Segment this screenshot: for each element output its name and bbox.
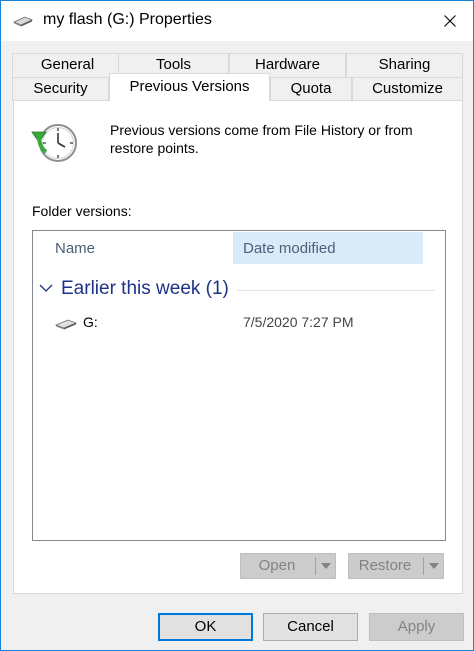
restore-button[interactable]: Restore: [348, 553, 444, 579]
ok-button[interactable]: OK: [158, 613, 253, 641]
tab-previous-versions[interactable]: Previous Versions: [109, 73, 270, 101]
restore-button-label: Restore: [358, 557, 412, 574]
open-button[interactable]: Open: [240, 553, 336, 579]
dropdown-arrow-icon[interactable]: [429, 563, 439, 569]
previous-versions-panel: Previous versions come from File History…: [13, 100, 463, 594]
usb-drive-icon: [55, 319, 77, 330]
split-divider: [315, 557, 316, 575]
chevron-down-icon[interactable]: [39, 284, 53, 293]
group-title: Earlier this week (1): [61, 278, 229, 299]
column-header-date-label: Date modified: [243, 240, 336, 257]
usb-drive-icon: [13, 16, 33, 27]
group-earlier-this-week[interactable]: Earlier this week (1): [39, 278, 439, 302]
title-bar: my flash (G:) Properties: [1, 1, 473, 41]
group-divider: [237, 290, 435, 291]
tab-sharing[interactable]: Sharing: [346, 53, 463, 77]
list-item[interactable]: G: 7/5/2020 7:27 PM: [53, 313, 433, 335]
properties-dialog: my flash (G:) Properties General Tools H…: [0, 0, 474, 651]
column-header-date-modified[interactable]: Date modified: [233, 232, 423, 264]
tab-general[interactable]: General: [12, 53, 123, 77]
close-icon: [444, 15, 456, 27]
split-divider: [423, 557, 424, 575]
info-text: Previous versions come from File History…: [110, 122, 413, 156]
column-header-name[interactable]: Name: [55, 240, 95, 257]
item-date: 7/5/2020 7:27 PM: [243, 314, 354, 330]
close-button[interactable]: [427, 1, 473, 41]
cancel-button[interactable]: Cancel: [263, 613, 358, 641]
clock-restore-icon: [31, 124, 77, 162]
tab-security[interactable]: Security: [12, 77, 109, 101]
tab-customize[interactable]: Customize: [352, 77, 463, 101]
versions-list[interactable]: Name Date modified Earlier this week (1)…: [32, 230, 446, 541]
folder-versions-label: Folder versions:: [32, 203, 132, 219]
tab-quota[interactable]: Quota: [270, 77, 352, 101]
dropdown-arrow-icon[interactable]: [321, 563, 331, 569]
open-button-label: Open: [258, 557, 296, 574]
window-title: my flash (G:) Properties: [43, 11, 212, 28]
apply-button[interactable]: Apply: [369, 613, 464, 641]
item-name: G:: [83, 314, 98, 330]
